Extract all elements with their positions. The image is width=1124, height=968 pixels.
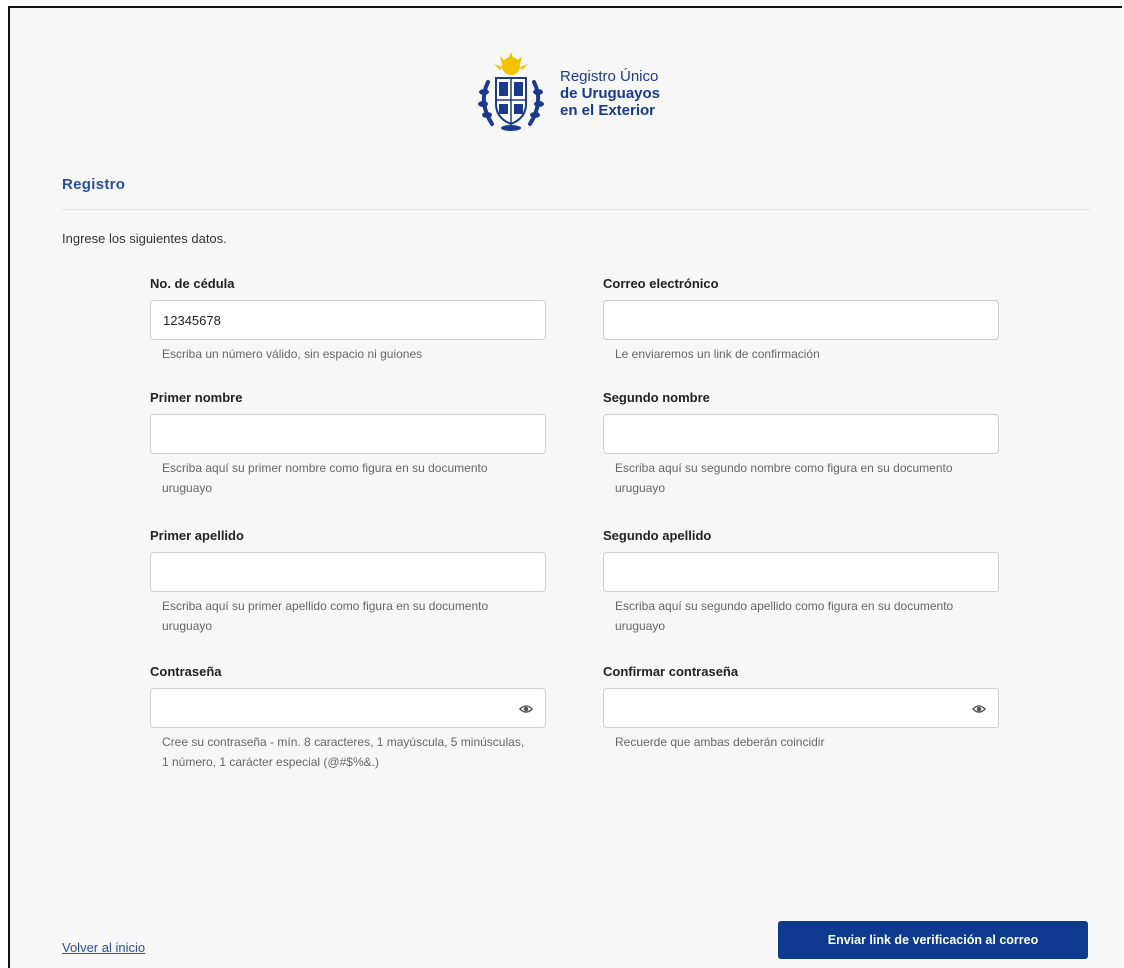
segundo-apellido-input[interactable]: [603, 552, 999, 592]
segundo-apellido-help: Escriba aquí su segundo apellido como fi…: [615, 599, 954, 633]
page-title: Registro: [62, 176, 126, 193]
segundo-apellido-label: Segundo apellido: [603, 528, 712, 543]
logo: Registro Único de Uruguayos en el Exteri…: [472, 52, 660, 134]
intro-text: Ingrese los siguientes datos.: [62, 231, 227, 246]
email-field-group: Correo electrónico Le enviaremos un link…: [603, 276, 999, 364]
primer-apellido-input[interactable]: [150, 552, 546, 592]
back-to-home-link[interactable]: Volver al inicio: [62, 940, 145, 955]
confirm-password-field-group: Confirmar contraseña Recuerde que ambas …: [603, 664, 999, 752]
password-label: Contraseña: [150, 664, 222, 679]
divider: [62, 209, 1090, 210]
email-help: Le enviaremos un link de confirmación: [615, 347, 820, 361]
password-input[interactable]: [150, 688, 546, 728]
eye-icon[interactable]: [519, 702, 533, 716]
cedula-input[interactable]: 12345678: [150, 300, 546, 340]
confirm-password-input[interactable]: [603, 688, 999, 728]
cedula-field-group: No. de cédula 12345678 Escriba un número…: [150, 276, 546, 364]
header: Registro Único de Uruguayos en el Exteri…: [10, 52, 1122, 134]
password-help: Cree su contraseña - mín. 8 caracteres, …: [162, 735, 525, 769]
primer-apellido-label: Primer apellido: [150, 528, 244, 543]
primer-nombre-field-group: Primer nombre Escriba aquí su primer nom…: [150, 390, 546, 498]
eye-icon[interactable]: [972, 702, 986, 716]
confirm-password-help: Recuerde que ambas deberán coincidir: [615, 735, 825, 749]
segundo-nombre-input[interactable]: [603, 414, 999, 454]
coat-of-arms-icon: [477, 52, 544, 131]
primer-nombre-help: Escriba aquí su primer nombre como figur…: [162, 461, 488, 495]
logo-line-2: de Uruguayos: [559, 84, 661, 102]
email-input[interactable]: [603, 300, 999, 340]
primer-nombre-input[interactable]: [150, 414, 546, 454]
cedula-help: Escriba un número válido, sin espacio ni…: [162, 347, 423, 361]
logo-text: Registro Único de Uruguayos en el Exteri…: [560, 68, 660, 119]
segundo-apellido-field-group: Segundo apellido Escriba aquí su segundo…: [603, 528, 999, 636]
logo-line-3: en el Exterior: [559, 101, 656, 119]
password-field-group: Contraseña Cree su contraseña - mín. 8 c…: [150, 664, 546, 772]
email-label: Correo electrónico: [603, 276, 719, 291]
send-verification-button[interactable]: Enviar link de verificación al correo: [778, 921, 1088, 959]
cedula-label: No. de cédula: [150, 276, 235, 291]
primer-nombre-label: Primer nombre: [150, 390, 243, 405]
page-frame: Registro Único de Uruguayos en el Exteri…: [8, 6, 1122, 968]
primer-apellido-help: Escriba aquí su primer apellido como fig…: [162, 599, 489, 633]
segundo-nombre-field-group: Segundo nombre Escriba aquí su segundo n…: [603, 390, 999, 498]
segundo-nombre-help: Escriba aquí su segundo nombre como figu…: [615, 461, 953, 495]
logo-line-1: Registro Único: [559, 67, 659, 85]
primer-apellido-field-group: Primer apellido Escriba aquí su primer a…: [150, 528, 546, 636]
confirm-password-label: Confirmar contraseña: [603, 664, 739, 679]
segundo-nombre-label: Segundo nombre: [603, 390, 710, 405]
